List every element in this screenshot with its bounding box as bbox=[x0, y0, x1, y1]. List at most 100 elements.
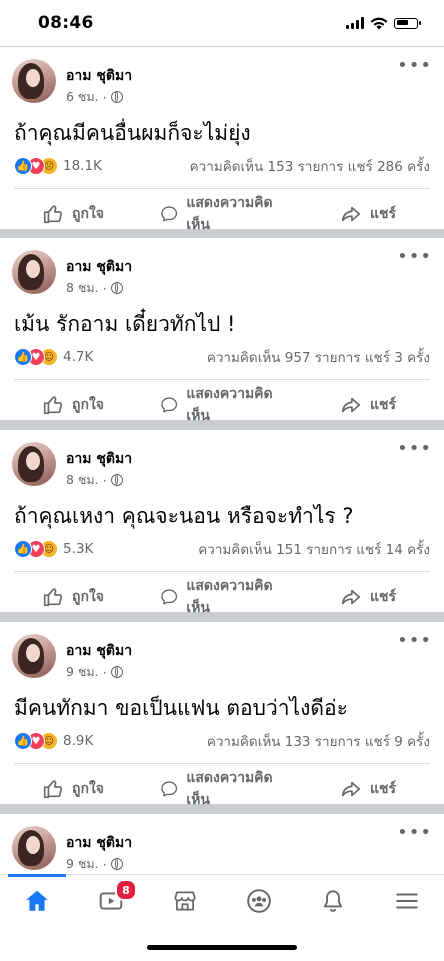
post-header: อาม ชุติมา 9 ชม. · ••• bbox=[12, 824, 432, 874]
reaction-count[interactable]: 18.1K bbox=[63, 158, 102, 174]
status-time: 08:46 bbox=[38, 13, 94, 33]
comment-icon bbox=[161, 781, 178, 797]
post-text: มีคนทักมา ขอเป็นแฟน ตอบว่าไงดีอ่ะ bbox=[14, 696, 348, 720]
feed-post: อาม ชุติมา 8 ชม. · ••• เม้น รักอาม เดี๋ยว… bbox=[0, 238, 444, 424]
bell-icon bbox=[323, 890, 343, 912]
post-text: เม้น รักอาม เดี๋ยวทักไป ! bbox=[14, 312, 236, 336]
comment-share-counts[interactable]: ความคิดเห็น 153 รายการ แชร์ 286 ครั้ง bbox=[190, 155, 430, 177]
reaction-count[interactable]: 5.3K bbox=[63, 541, 93, 557]
menu-icon bbox=[396, 893, 418, 909]
avatar[interactable] bbox=[12, 826, 56, 870]
feed-post: อาม ชุติมา 8 ชม. · ••• ถ้าคุณเหงา คุณจะนอ… bbox=[0, 430, 444, 616]
share-button[interactable]: แชร์ bbox=[278, 203, 444, 225]
like-button[interactable]: ถูกใจ bbox=[0, 778, 160, 800]
post-time[interactable]: 8 ชม. bbox=[66, 470, 99, 490]
post-time[interactable]: 6 ชม. bbox=[66, 87, 99, 107]
comment-label: แสดงความคิดเห็น bbox=[186, 386, 273, 424]
comment-icon bbox=[161, 397, 178, 413]
like-button[interactable]: ถูกใจ bbox=[0, 394, 160, 416]
tab-groups[interactable] bbox=[222, 875, 296, 927]
share-icon bbox=[341, 589, 361, 605]
like-label: ถูกใจ bbox=[72, 589, 104, 605]
reaction-icons[interactable]: 👍 ♥ ☺ bbox=[14, 348, 58, 366]
like-label: ถูกใจ bbox=[72, 206, 104, 222]
comment-button[interactable]: แสดงความคิดเห็น bbox=[160, 575, 278, 619]
like-reaction-icon: 👍 bbox=[14, 540, 32, 558]
comment-share-counts[interactable]: ความคิดเห็น 957 รายการ แชร์ 3 ครั้ง bbox=[207, 346, 430, 368]
post-meta: 8 ชม. · bbox=[66, 278, 123, 298]
reaction-icons[interactable]: 👍 ♥ ☺ bbox=[14, 732, 58, 750]
reaction-icons[interactable]: 👍 ♥ ☺ bbox=[14, 540, 58, 558]
share-label: แชร์ bbox=[369, 589, 396, 605]
like-reaction-icon: 👍 bbox=[14, 157, 32, 175]
author-name[interactable]: อาม ชุติมา bbox=[66, 65, 132, 87]
post-actions: ถูกใจ แสดงความคิดเห็น แชร์ bbox=[0, 764, 444, 814]
share-button[interactable]: แชร์ bbox=[278, 586, 444, 608]
comment-share-counts[interactable]: ความคิดเห็น 151 รายการ แชร์ 14 ครั้ง bbox=[198, 538, 430, 560]
author-name[interactable]: อาม ชุติมา bbox=[66, 256, 132, 278]
tab-marketplace[interactable] bbox=[148, 875, 222, 927]
post-meta: 9 ชม. · bbox=[66, 662, 123, 682]
post-header: อาม ชุติมา 8 ชม. · ••• bbox=[12, 248, 432, 298]
share-button[interactable]: แชร์ bbox=[278, 778, 444, 800]
tab-video[interactable]: 8 bbox=[74, 875, 148, 927]
post-meta: 9 ชม. · bbox=[66, 854, 123, 874]
globe-icon bbox=[110, 858, 123, 870]
avatar[interactable] bbox=[12, 634, 56, 678]
like-button[interactable]: ถูกใจ bbox=[0, 586, 160, 608]
status-icons bbox=[346, 17, 421, 30]
share-icon bbox=[341, 397, 361, 413]
comment-icon bbox=[161, 206, 178, 222]
tab-menu[interactable] bbox=[370, 875, 444, 927]
signal-icon bbox=[346, 17, 364, 29]
share-button[interactable]: แชร์ bbox=[278, 394, 444, 416]
share-icon bbox=[341, 206, 361, 222]
globe-icon bbox=[110, 282, 123, 294]
post-stats: 👍 ♥ ☺ 4.7K ความคิดเห็น 957 รายการ แชร์ 3… bbox=[14, 346, 430, 368]
share-label: แชร์ bbox=[369, 206, 396, 222]
globe-icon bbox=[110, 666, 123, 678]
video-badge: 8 bbox=[115, 879, 137, 901]
comment-label: แสดงความคิดเห็น bbox=[186, 770, 273, 808]
thumbs-up-icon bbox=[43, 396, 63, 415]
more-options-icon[interactable]: ••• bbox=[397, 57, 432, 75]
thumbs-up-icon bbox=[43, 780, 63, 799]
like-reaction-icon: 👍 bbox=[14, 732, 32, 750]
home-icon bbox=[26, 890, 48, 911]
more-options-icon[interactable]: ••• bbox=[397, 248, 432, 266]
post-header: อาม ชุติมา 6 ชม. · ••• bbox=[12, 57, 432, 107]
comment-label: แสดงความคิดเห็น bbox=[186, 195, 273, 233]
tab-notifications[interactable] bbox=[296, 875, 370, 927]
tab-home[interactable] bbox=[0, 874, 74, 927]
groups-icon bbox=[247, 889, 271, 913]
feed-post: อาม ชุติมา 6 ชม. · ••• ถ้าคุณมีคนอื่นผมก็… bbox=[0, 47, 444, 233]
comment-button[interactable]: แสดงความคิดเห็น bbox=[160, 767, 278, 811]
comment-button[interactable]: แสดงความคิดเห็น bbox=[160, 383, 278, 427]
author-name[interactable]: อาม ชุติมา bbox=[66, 448, 132, 470]
reaction-count[interactable]: 4.7K bbox=[63, 349, 93, 365]
like-reaction-icon: 👍 bbox=[14, 348, 32, 366]
post-meta: 8 ชม. · bbox=[66, 470, 123, 490]
post-actions: ถูกใจ แสดงความคิดเห็น แชร์ bbox=[0, 380, 444, 430]
post-time[interactable]: 9 ชม. bbox=[66, 662, 99, 682]
avatar[interactable] bbox=[12, 442, 56, 486]
thumbs-up-icon bbox=[43, 588, 63, 607]
post-time[interactable]: 9 ชม. bbox=[66, 854, 99, 874]
home-indicator[interactable] bbox=[147, 945, 297, 950]
reaction-count[interactable]: 8.9K bbox=[63, 733, 93, 749]
comment-share-counts[interactable]: ความคิดเห็น 133 รายการ แชร์ 9 ครั้ง bbox=[207, 730, 430, 752]
avatar[interactable] bbox=[12, 250, 56, 294]
comment-button[interactable]: แสดงความคิดเห็น bbox=[160, 192, 278, 236]
author-name[interactable]: อาม ชุติมา bbox=[66, 640, 132, 662]
wifi-icon bbox=[370, 17, 388, 29]
share-icon bbox=[341, 781, 361, 797]
like-button[interactable]: ถูกใจ bbox=[0, 203, 160, 225]
author-name[interactable]: อาม ชุติมา bbox=[66, 832, 132, 854]
more-options-icon[interactable]: ••• bbox=[397, 440, 432, 458]
more-options-icon[interactable]: ••• bbox=[397, 824, 432, 842]
more-options-icon[interactable]: ••• bbox=[397, 632, 432, 650]
avatar[interactable] bbox=[12, 59, 56, 103]
post-time[interactable]: 8 ชม. bbox=[66, 278, 99, 298]
post-actions: ถูกใจ แสดงความคิดเห็น แชร์ bbox=[0, 572, 444, 622]
reaction-icons[interactable]: 👍 ♥ ☹ bbox=[14, 157, 58, 175]
